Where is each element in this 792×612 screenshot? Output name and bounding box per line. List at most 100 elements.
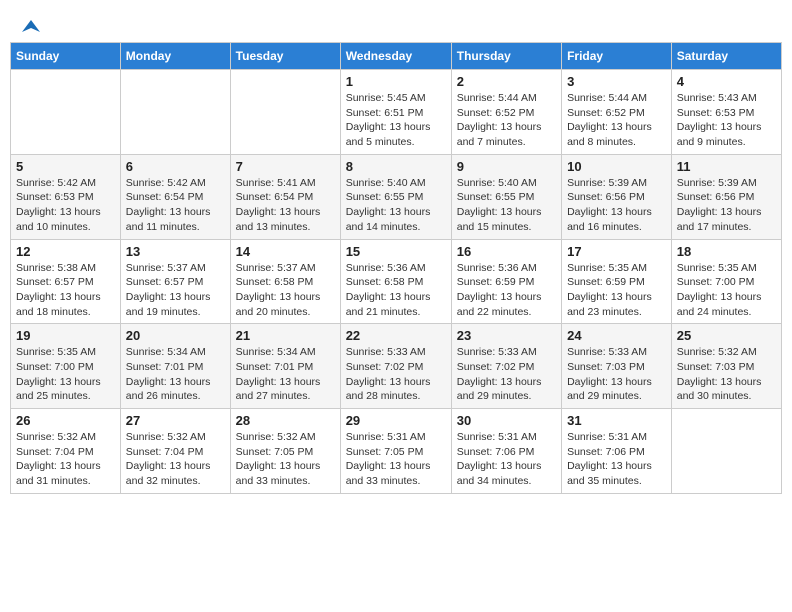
day-info: Sunrise: 5:40 AM Sunset: 6:55 PM Dayligh… [457, 176, 556, 235]
calendar-week-row: 5 Sunrise: 5:42 AM Sunset: 6:53 PM Daylig… [11, 154, 782, 239]
calendar-cell: 10 Sunrise: 5:39 AM Sunset: 6:56 PM Dayli… [562, 154, 672, 239]
calendar-cell: 14 Sunrise: 5:37 AM Sunset: 6:58 PM Dayli… [230, 239, 340, 324]
calendar-cell: 22 Sunrise: 5:33 AM Sunset: 7:02 PM Dayli… [340, 324, 451, 409]
calendar-cell: 5 Sunrise: 5:42 AM Sunset: 6:53 PM Daylig… [11, 154, 121, 239]
calendar-week-row: 19 Sunrise: 5:35 AM Sunset: 7:00 PM Dayli… [11, 324, 782, 409]
logo-bird-icon [22, 18, 40, 36]
day-number: 15 [346, 244, 446, 259]
calendar-cell: 4 Sunrise: 5:43 AM Sunset: 6:53 PM Daylig… [671, 70, 781, 155]
calendar-cell: 17 Sunrise: 5:35 AM Sunset: 6:59 PM Dayli… [562, 239, 672, 324]
day-info: Sunrise: 5:44 AM Sunset: 6:52 PM Dayligh… [457, 91, 556, 150]
day-number: 13 [126, 244, 225, 259]
day-number: 3 [567, 74, 666, 89]
day-info: Sunrise: 5:33 AM Sunset: 7:02 PM Dayligh… [457, 345, 556, 404]
calendar-cell: 9 Sunrise: 5:40 AM Sunset: 6:55 PM Daylig… [451, 154, 561, 239]
day-info: Sunrise: 5:36 AM Sunset: 6:59 PM Dayligh… [457, 261, 556, 320]
calendar-week-row: 12Sunrise: 5:38 AM Sunset: 6:57 PM Dayli… [11, 239, 782, 324]
day-info: Sunrise: 5:44 AM Sunset: 6:52 PM Dayligh… [567, 91, 666, 150]
calendar-header-monday: Monday [120, 43, 230, 70]
calendar-cell: 16 Sunrise: 5:36 AM Sunset: 6:59 PM Dayli… [451, 239, 561, 324]
calendar-cell: 2 Sunrise: 5:44 AM Sunset: 6:52 PM Daylig… [451, 70, 561, 155]
day-info: Sunrise: 5:42 AM Sunset: 6:53 PM Dayligh… [16, 176, 115, 235]
calendar-cell: 13 Sunrise: 5:37 AM Sunset: 6:57 PM Dayli… [120, 239, 230, 324]
calendar-cell: 12Sunrise: 5:38 AM Sunset: 6:57 PM Dayli… [11, 239, 121, 324]
day-info: Sunrise: 5:33 AM Sunset: 7:02 PM Dayligh… [346, 345, 446, 404]
day-number: 18 [677, 244, 776, 259]
day-info: Sunrise: 5:37 AM Sunset: 6:57 PM Dayligh… [126, 261, 225, 320]
day-info: Sunrise: 5:39 AM Sunset: 6:56 PM Dayligh… [677, 176, 776, 235]
calendar-header-wednesday: Wednesday [340, 43, 451, 70]
day-info: Sunrise: 5:39 AM Sunset: 6:56 PM Dayligh… [567, 176, 666, 235]
day-info: Sunrise: 5:35 AM Sunset: 7:00 PM Dayligh… [677, 261, 776, 320]
calendar-cell: 30Sunrise: 5:31 AM Sunset: 7:06 PM Dayli… [451, 409, 561, 494]
calendar-cell: 3 Sunrise: 5:44 AM Sunset: 6:52 PM Daylig… [562, 70, 672, 155]
calendar-header-tuesday: Tuesday [230, 43, 340, 70]
calendar-week-row: 26 Sunrise: 5:32 AM Sunset: 7:04 PM Dayli… [11, 409, 782, 494]
day-number: 14 [236, 244, 335, 259]
day-info: Sunrise: 5:45 AM Sunset: 6:51 PM Dayligh… [346, 91, 446, 150]
calendar-cell [11, 70, 121, 155]
day-number: 24 [567, 328, 666, 343]
day-number: 27 [126, 413, 225, 428]
day-info: Sunrise: 5:31 AM Sunset: 7:05 PM Dayligh… [346, 430, 446, 489]
calendar-cell: 8Sunrise: 5:40 AM Sunset: 6:55 PM Daylig… [340, 154, 451, 239]
day-number: 20 [126, 328, 225, 343]
day-info: Sunrise: 5:31 AM Sunset: 7:06 PM Dayligh… [567, 430, 666, 489]
calendar-cell: 18 Sunrise: 5:35 AM Sunset: 7:00 PM Dayli… [671, 239, 781, 324]
day-number: 19 [16, 328, 115, 343]
day-number: 10 [567, 159, 666, 174]
day-number: 22 [346, 328, 446, 343]
day-number: 4 [677, 74, 776, 89]
day-number: 17 [567, 244, 666, 259]
calendar-header-thursday: Thursday [451, 43, 561, 70]
day-info: Sunrise: 5:34 AM Sunset: 7:01 PM Dayligh… [126, 345, 225, 404]
day-info: Sunrise: 5:32 AM Sunset: 7:04 PM Dayligh… [16, 430, 115, 489]
day-info: Sunrise: 5:34 AM Sunset: 7:01 PM Dayligh… [236, 345, 335, 404]
calendar-cell: 29 Sunrise: 5:31 AM Sunset: 7:05 PM Dayli… [340, 409, 451, 494]
day-number: 9 [457, 159, 556, 174]
day-number: 16 [457, 244, 556, 259]
day-number: 11 [677, 159, 776, 174]
calendar-cell: 31Sunrise: 5:31 AM Sunset: 7:06 PM Dayli… [562, 409, 672, 494]
calendar-cell: 7Sunrise: 5:41 AM Sunset: 6:54 PM Daylig… [230, 154, 340, 239]
day-number: 2 [457, 74, 556, 89]
calendar-cell: 21 Sunrise: 5:34 AM Sunset: 7:01 PM Dayli… [230, 324, 340, 409]
day-number: 26 [16, 413, 115, 428]
logo [20, 18, 40, 36]
page-header [10, 10, 782, 42]
calendar-table: SundayMondayTuesdayWednesdayThursdayFrid… [10, 42, 782, 494]
calendar-header-row: SundayMondayTuesdayWednesdayThursdayFrid… [11, 43, 782, 70]
day-number: 7 [236, 159, 335, 174]
calendar-cell: 11 Sunrise: 5:39 AM Sunset: 6:56 PM Dayli… [671, 154, 781, 239]
calendar-cell [120, 70, 230, 155]
calendar-cell [230, 70, 340, 155]
day-number: 30 [457, 413, 556, 428]
day-info: Sunrise: 5:33 AM Sunset: 7:03 PM Dayligh… [567, 345, 666, 404]
calendar-cell: 15Sunrise: 5:36 AM Sunset: 6:58 PM Dayli… [340, 239, 451, 324]
calendar-cell: 28 Sunrise: 5:32 AM Sunset: 7:05 PM Dayli… [230, 409, 340, 494]
calendar-cell: 20 Sunrise: 5:34 AM Sunset: 7:01 PM Dayli… [120, 324, 230, 409]
calendar-cell [671, 409, 781, 494]
day-number: 25 [677, 328, 776, 343]
day-number: 8 [346, 159, 446, 174]
day-number: 5 [16, 159, 115, 174]
day-info: Sunrise: 5:43 AM Sunset: 6:53 PM Dayligh… [677, 91, 776, 150]
day-info: Sunrise: 5:32 AM Sunset: 7:03 PM Dayligh… [677, 345, 776, 404]
calendar-cell: 19 Sunrise: 5:35 AM Sunset: 7:00 PM Dayli… [11, 324, 121, 409]
day-info: Sunrise: 5:35 AM Sunset: 7:00 PM Dayligh… [16, 345, 115, 404]
calendar-cell: 1Sunrise: 5:45 AM Sunset: 6:51 PM Daylig… [340, 70, 451, 155]
day-number: 21 [236, 328, 335, 343]
day-number: 6 [126, 159, 225, 174]
calendar-cell: 26 Sunrise: 5:32 AM Sunset: 7:04 PM Dayli… [11, 409, 121, 494]
calendar-cell: 27Sunrise: 5:32 AM Sunset: 7:04 PM Dayli… [120, 409, 230, 494]
calendar-header-saturday: Saturday [671, 43, 781, 70]
day-info: Sunrise: 5:32 AM Sunset: 7:05 PM Dayligh… [236, 430, 335, 489]
calendar-cell: 6Sunrise: 5:42 AM Sunset: 6:54 PM Daylig… [120, 154, 230, 239]
day-number: 12 [16, 244, 115, 259]
calendar-cell: 25 Sunrise: 5:32 AM Sunset: 7:03 PM Dayli… [671, 324, 781, 409]
day-number: 28 [236, 413, 335, 428]
day-number: 23 [457, 328, 556, 343]
day-info: Sunrise: 5:35 AM Sunset: 6:59 PM Dayligh… [567, 261, 666, 320]
day-info: Sunrise: 5:37 AM Sunset: 6:58 PM Dayligh… [236, 261, 335, 320]
day-number: 29 [346, 413, 446, 428]
